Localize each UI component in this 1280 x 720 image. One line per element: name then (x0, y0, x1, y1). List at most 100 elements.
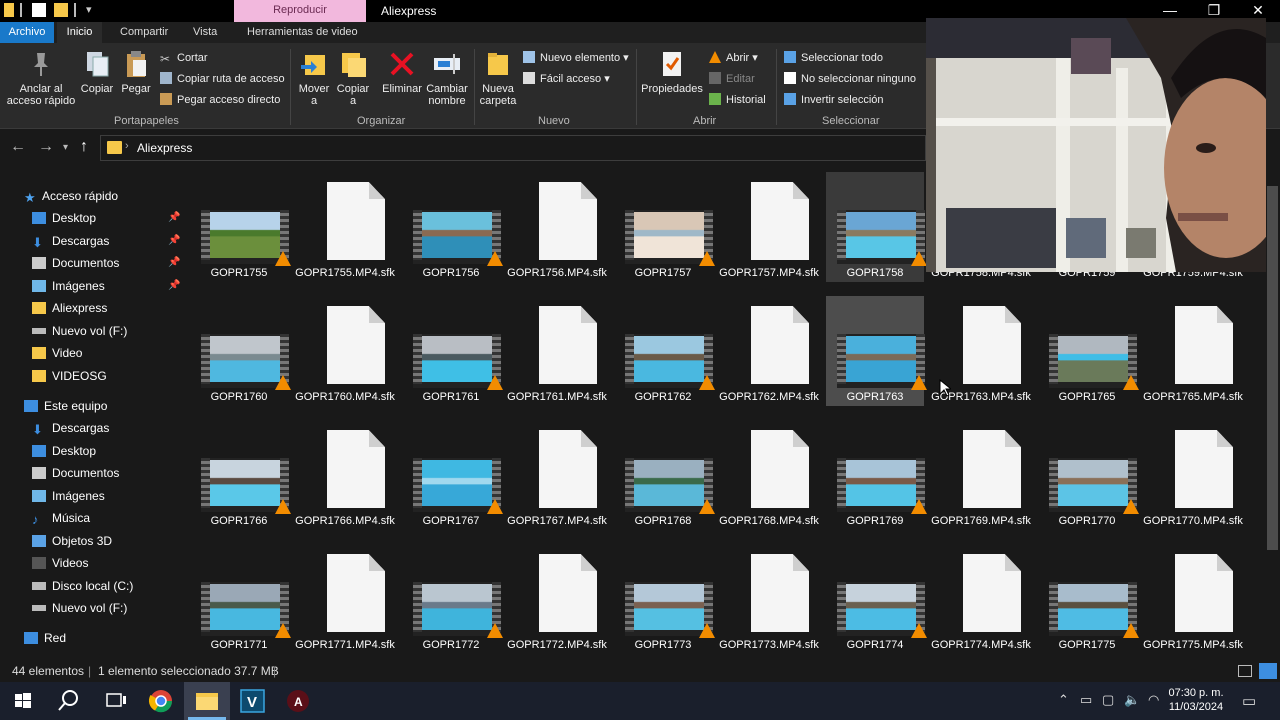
sidebar-item-desktop[interactable]: Desktop (32, 208, 96, 228)
tab-archivo[interactable]: Archivo (0, 22, 54, 43)
select-all-button[interactable]: Seleccionar todo (784, 50, 883, 66)
open-button[interactable]: Abrir ▾ (709, 50, 758, 66)
sfk-file-item[interactable]: GOPR1761.MP4.sfk (507, 296, 607, 406)
pin-quick-access-button[interactable]: Anclar al acceso rápido (4, 49, 78, 107)
video-file-item[interactable]: GOPR1758 (826, 172, 927, 282)
easy-access-button[interactable]: Fácil acceso ▾ (523, 71, 610, 87)
cut-button[interactable]: ✂ Cortar (160, 50, 208, 66)
sidebar-item-aliexpress[interactable]: Aliexpress (32, 298, 107, 318)
sidebar-item-disco-local[interactable]: Disco local (C:) (32, 576, 133, 596)
sidebar-item-este-equipo[interactable]: Este equipo (24, 396, 107, 416)
sfk-file-item[interactable]: GOPR1757.MP4.sfk (719, 172, 819, 282)
breadcrumb-chevron-icon[interactable]: › (125, 140, 129, 152)
tab-vista[interactable]: Vista (193, 22, 217, 43)
sidebar-item-nuevo-vol[interactable]: Nuevo vol (F:) (32, 321, 127, 341)
sidebar-item-acceso-rapido[interactable]: ★ Acceso rápido (24, 186, 118, 206)
sidebar-item-objetos-3d[interactable]: Objetos 3D (32, 531, 112, 551)
sfk-file-item[interactable]: GOPR1756.MP4.sfk (507, 172, 607, 282)
sfk-file-item[interactable]: GOPR1762.MP4.sfk (719, 296, 819, 406)
sfk-file-item[interactable]: GOPR1765.MP4.sfk (1143, 296, 1243, 406)
copy-to-button[interactable]: Copiar a (334, 49, 372, 107)
notifications-icon[interactable]: ▭ (1242, 692, 1256, 710)
start-button[interactable] (0, 682, 46, 720)
sfk-file-item[interactable]: GOPR1775.MP4.sfk (1143, 544, 1243, 654)
address-bar[interactable]: › Aliexpress (100, 135, 926, 161)
power-icon[interactable]: ▢ (1102, 692, 1114, 708)
sfk-file-item[interactable]: GOPR1770.MP4.sfk (1143, 420, 1243, 530)
video-file-item[interactable]: GOPR1757 (614, 172, 715, 282)
sidebar-item-imagenes[interactable]: Imágenes (32, 486, 105, 506)
properties-button[interactable]: Propiedades (640, 49, 704, 95)
copy-path-button[interactable]: Copiar ruta de acceso (160, 71, 285, 87)
video-file-item[interactable]: GOPR1769 (826, 420, 927, 530)
sidebar-item-documentos[interactable]: Documentos (32, 463, 119, 483)
sidebar-item-imagenes[interactable]: Imágenes (32, 276, 105, 296)
video-file-item[interactable]: GOPR1766 (190, 420, 291, 530)
volume-icon[interactable]: 🔈 (1124, 692, 1140, 708)
sfk-file-item[interactable]: GOPR1766.MP4.sfk (295, 420, 395, 530)
move-to-button[interactable]: Mover a (294, 49, 334, 107)
up-arrow-icon[interactable]: ↑ (80, 138, 88, 156)
copy-button[interactable]: Copiar (78, 49, 116, 95)
video-file-item[interactable]: GOPR1755 (190, 172, 291, 282)
video-file-item[interactable]: GOPR1765 (1038, 296, 1139, 406)
sidebar-item-nuevo-vol[interactable]: Nuevo vol (F:) (32, 598, 127, 618)
search-button[interactable] (46, 682, 92, 720)
tab-compartir[interactable]: Compartir (120, 22, 168, 43)
sfk-file-item[interactable]: GOPR1773.MP4.sfk (719, 544, 819, 654)
back-arrow-icon[interactable]: ← (10, 138, 26, 156)
video-file-item[interactable]: GOPR1773 (614, 544, 715, 654)
chrome-taskbar-button[interactable] (138, 682, 184, 720)
sidebar-item-documentos[interactable]: Documentos (32, 253, 119, 273)
sidebar-item-descargas[interactable]: ⬇ Descargas (32, 418, 109, 438)
sfk-file-item[interactable]: GOPR1755.MP4.sfk (295, 172, 395, 282)
sidebar-item-videosg[interactable]: VIDEOSG (32, 366, 107, 386)
sidebar-item-video[interactable]: Video (32, 343, 82, 363)
paste-button[interactable]: Pegar (118, 49, 154, 95)
video-file-item[interactable]: GOPR1770 (1038, 420, 1139, 530)
customize-quick-access-icon[interactable]: ▾ (86, 3, 100, 17)
video-file-item[interactable]: GOPR1772 (402, 544, 503, 654)
vegas-taskbar-button[interactable]: V (230, 682, 276, 720)
video-file-item[interactable]: GOPR1767 (402, 420, 503, 530)
video-file-item[interactable]: GOPR1761 (402, 296, 503, 406)
recent-locations-chevron-icon[interactable]: ▾ (63, 142, 68, 153)
video-file-item[interactable]: GOPR1763 (826, 296, 927, 406)
video-file-item[interactable]: GOPR1771 (190, 544, 291, 654)
forward-arrow-icon[interactable]: → (38, 138, 54, 156)
wifi-icon[interactable]: ◠ (1148, 692, 1159, 708)
invert-selection-button[interactable]: Invertir selección (784, 92, 884, 108)
sfk-file-item[interactable]: GOPR1768.MP4.sfk (719, 420, 819, 530)
select-none-button[interactable]: No seleccionar ninguno (784, 71, 916, 87)
video-file-item[interactable]: GOPR1762 (614, 296, 715, 406)
details-view-icon[interactable] (1238, 665, 1252, 677)
file-explorer-taskbar-button[interactable] (184, 682, 230, 720)
history-button[interactable]: Historial (709, 92, 766, 108)
new-folder-quick-icon[interactable] (54, 3, 68, 17)
video-file-item[interactable]: GOPR1774 (826, 544, 927, 654)
edit-button[interactable]: Editar (709, 71, 755, 87)
device-icon[interactable]: ▭ (1080, 692, 1092, 708)
new-folder-button[interactable]: Nueva carpeta (477, 49, 519, 107)
delete-button[interactable]: Eliminar (380, 49, 424, 95)
clock[interactable]: 07:30 p. m. 11/03/2024 (1168, 686, 1224, 714)
video-file-item[interactable]: GOPR1775 (1038, 544, 1139, 654)
sidebar-item-descargas[interactable]: ⬇ Descargas (32, 231, 109, 251)
scrollbar-thumb[interactable] (1267, 186, 1278, 550)
context-tab-reproducir[interactable]: Reproducir (234, 0, 366, 22)
app-taskbar-button[interactable]: A (276, 682, 322, 720)
paste-shortcut-button[interactable]: Pegar acceso directo (160, 92, 280, 108)
sfk-file-item[interactable]: GOPR1767.MP4.sfk (507, 420, 607, 530)
sfk-file-item[interactable]: GOPR1771.MP4.sfk (295, 544, 395, 654)
sfk-file-item[interactable]: GOPR1772.MP4.sfk (507, 544, 607, 654)
video-file-item[interactable]: GOPR1760 (190, 296, 291, 406)
video-file-item[interactable]: GOPR1768 (614, 420, 715, 530)
show-hidden-icons-chevron-icon[interactable]: ⌃ (1058, 692, 1069, 708)
sidebar-item-desktop[interactable]: Desktop (32, 441, 96, 461)
rename-button[interactable]: Cambiar nombre (424, 49, 470, 107)
sidebar-item-red[interactable]: Red (24, 628, 66, 648)
tab-herramientas-video[interactable]: Herramientas de video (247, 22, 358, 43)
new-item-button[interactable]: Nuevo elemento ▾ (523, 50, 629, 66)
breadcrumb-current[interactable]: Aliexpress (137, 141, 192, 155)
properties-quick-icon[interactable] (32, 3, 46, 17)
